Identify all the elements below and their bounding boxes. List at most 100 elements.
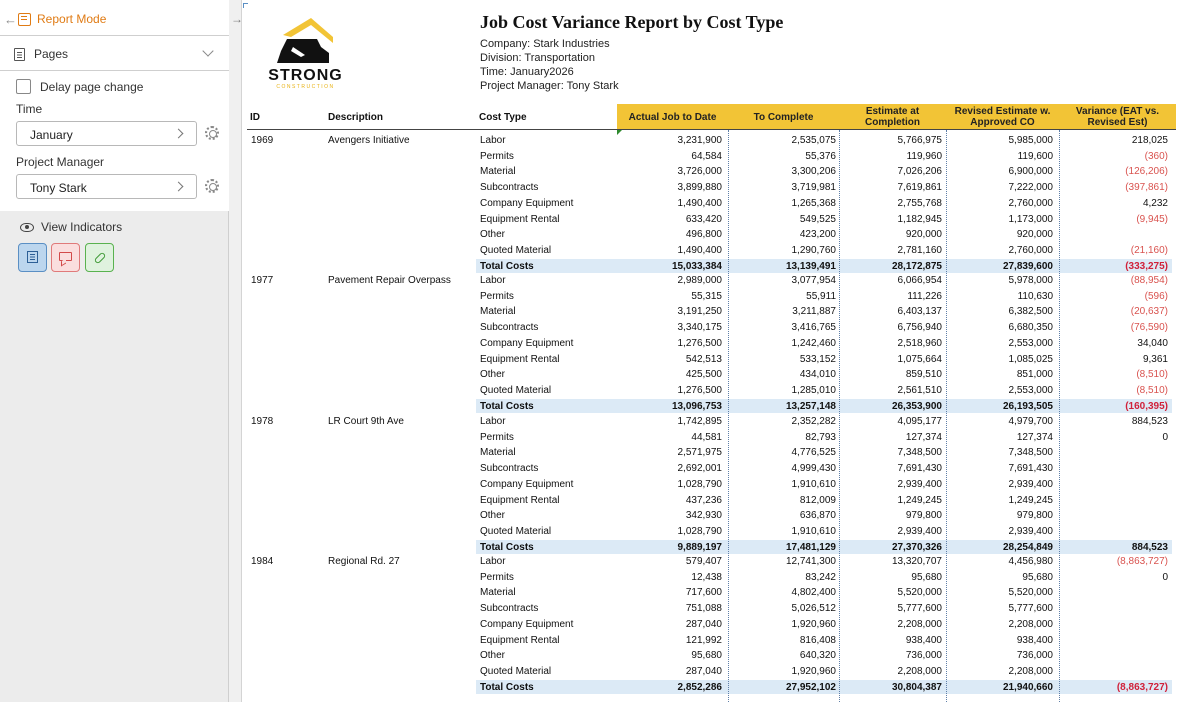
variance-cell: 34,040 bbox=[1137, 337, 1168, 349]
report-title: Job Cost Variance Report by Cost Type bbox=[480, 12, 784, 32]
estimate-cell: 6,066,954 bbox=[897, 275, 943, 286]
actual-cell: 3,191,250 bbox=[677, 306, 723, 318]
col-header-revised: Revised Estimate w. Approved CO bbox=[946, 104, 1059, 130]
comments-indicator-button[interactable] bbox=[51, 243, 80, 272]
to-complete-cell: 13,257,148 bbox=[785, 400, 836, 412]
estimate-cell: 979,800 bbox=[905, 510, 942, 522]
to-complete-cell: 4,802,400 bbox=[791, 587, 837, 599]
to-complete-cell: 640,320 bbox=[799, 650, 836, 662]
report-mode-button[interactable]: ← Report Mode bbox=[4, 10, 106, 28]
to-complete-cell: 549,525 bbox=[799, 213, 836, 225]
variance-cell: (333,275) bbox=[1125, 260, 1168, 272]
actual-cell: 15,033,384 bbox=[671, 260, 722, 272]
revised-cell: 2,760,000 bbox=[1008, 245, 1054, 257]
cost-type-cell: Equipment Rental bbox=[480, 634, 560, 646]
report-header: Job Cost Variance Report by Cost Type Co… bbox=[480, 12, 783, 93]
variance-cell: (8,863,727) bbox=[1116, 556, 1168, 567]
to-complete-cell: 816,408 bbox=[799, 634, 836, 646]
estimate-cell: 7,348,500 bbox=[897, 447, 943, 459]
col-header-id: ID bbox=[250, 111, 260, 123]
revised-cell: 6,382,500 bbox=[1008, 306, 1054, 318]
delay-page-change-checkbox[interactable]: Delay page change bbox=[16, 79, 143, 94]
table-row: Subcontracts 3,899,880 3,719,981 7,619,861 7… bbox=[243, 179, 1183, 195]
actual-cell: 425,500 bbox=[685, 369, 722, 381]
logo-subtitle: CONSTRUCTION bbox=[276, 84, 335, 90]
gear-icon[interactable] bbox=[205, 179, 219, 193]
col-header-description: Description bbox=[328, 111, 384, 123]
estimate-cell: 1,182,945 bbox=[897, 213, 943, 225]
revised-cell: 110,630 bbox=[1017, 290, 1053, 302]
estimate-cell: 30,804,387 bbox=[891, 681, 942, 693]
time-select[interactable]: January bbox=[16, 121, 197, 146]
actual-cell: 1,490,400 bbox=[677, 197, 723, 209]
project-manager-select[interactable]: Tony Stark bbox=[16, 174, 197, 199]
variance-cell: (596) bbox=[1144, 290, 1168, 302]
cost-type-cell: Material bbox=[480, 166, 516, 178]
links-indicator-button[interactable] bbox=[85, 243, 114, 272]
chevron-right-icon[interactable] bbox=[173, 181, 184, 192]
project-id: 1984 bbox=[251, 556, 274, 567]
to-complete-cell: 3,416,765 bbox=[791, 322, 837, 334]
actual-cell: 579,407 bbox=[685, 556, 722, 567]
estimate-cell: 2,781,160 bbox=[897, 245, 943, 257]
variance-cell: 218,025 bbox=[1131, 135, 1168, 146]
revised-cell: 920,000 bbox=[1016, 229, 1053, 241]
estimate-cell: 2,939,400 bbox=[897, 478, 943, 490]
back-arrow-icon[interactable]: ← bbox=[4, 12, 17, 27]
actual-cell: 542,513 bbox=[685, 353, 722, 365]
document-icon bbox=[27, 251, 38, 263]
cost-type-cell: Labor bbox=[480, 416, 506, 427]
actual-cell: 95,680 bbox=[691, 650, 722, 662]
variance-cell: (9,945) bbox=[1136, 213, 1168, 225]
estimate-cell: 1,249,245 bbox=[897, 494, 943, 506]
expand-arrow-icon[interactable]: → bbox=[231, 12, 243, 26]
revised-cell: 7,222,000 bbox=[1008, 182, 1054, 194]
col-header-actual: Actual Job to Date bbox=[617, 104, 728, 130]
gear-icon[interactable] bbox=[205, 126, 219, 140]
actual-cell: 633,420 bbox=[685, 213, 722, 225]
estimate-cell: 938,400 bbox=[905, 634, 942, 646]
table-row: Equipment Rental 437,236 812,009 1,249,245 1… bbox=[243, 492, 1183, 508]
estimate-cell: 2,208,000 bbox=[897, 618, 943, 630]
column-divider bbox=[946, 130, 947, 702]
variance-cell: (88,954) bbox=[1130, 275, 1168, 286]
table-row: 1977 Pavement Repair Overpass Labor 2,989,0… bbox=[243, 272, 1183, 288]
to-complete-cell: 12,741,300 bbox=[785, 556, 836, 567]
to-complete-cell: 1,242,460 bbox=[791, 337, 837, 349]
actual-cell: 12,438 bbox=[691, 571, 722, 583]
company-line: Company: Stark Industries bbox=[480, 38, 610, 50]
logo-wordmark: STRONG bbox=[268, 67, 343, 84]
estimate-cell: 920,000 bbox=[905, 229, 942, 241]
estimate-cell: 7,619,861 bbox=[897, 182, 943, 194]
estimate-cell: 111,226 bbox=[907, 290, 942, 302]
link-icon bbox=[93, 251, 107, 265]
table-total-row: Total Costs 13,096,753 13,257,148 26,353,90… bbox=[243, 398, 1183, 414]
division-line: Division: Transportation bbox=[480, 52, 595, 64]
cost-type-cell: Other bbox=[480, 369, 506, 381]
variance-cell: (8,863,727) bbox=[1116, 681, 1168, 693]
cost-type-cell: Total Costs bbox=[480, 260, 534, 272]
cost-type-cell: Material bbox=[480, 587, 516, 599]
estimate-cell: 28,172,875 bbox=[891, 260, 942, 272]
project-id: 1977 bbox=[251, 275, 274, 286]
view-indicators-toggle[interactable]: View Indicators bbox=[20, 220, 122, 234]
to-complete-cell: 13,139,491 bbox=[785, 260, 836, 272]
pages-dropdown[interactable]: Pages bbox=[14, 44, 214, 64]
actual-cell: 437,236 bbox=[685, 494, 722, 506]
table-row: Subcontracts 3,340,175 3,416,765 6,756,940 6… bbox=[243, 319, 1183, 335]
estimate-cell: 95,680 bbox=[911, 571, 942, 583]
actual-cell: 9,889,197 bbox=[677, 541, 723, 553]
chevron-right-icon[interactable] bbox=[173, 128, 184, 139]
estimate-cell: 7,026,206 bbox=[897, 166, 943, 178]
revised-cell: 5,985,000 bbox=[1008, 135, 1054, 146]
panel-splitter[interactable]: → bbox=[229, 0, 243, 702]
cost-type-cell: Subcontracts bbox=[480, 463, 539, 475]
notes-indicator-button[interactable] bbox=[18, 243, 47, 272]
revised-cell: 2,553,000 bbox=[1008, 385, 1054, 397]
checkbox-box[interactable] bbox=[16, 79, 31, 94]
revised-cell: 6,900,000 bbox=[1008, 166, 1054, 178]
cost-type-cell: Quoted Material bbox=[480, 526, 552, 538]
chevron-down-icon[interactable] bbox=[202, 45, 214, 57]
estimate-cell: 4,095,177 bbox=[897, 416, 943, 427]
to-complete-cell: 2,352,282 bbox=[791, 416, 837, 427]
